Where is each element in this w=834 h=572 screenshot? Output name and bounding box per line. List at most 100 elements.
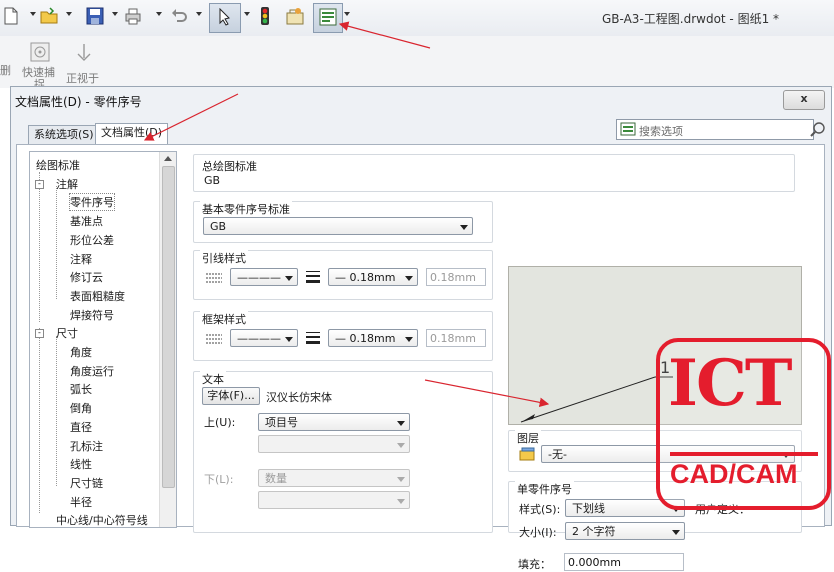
tab-system-options[interactable]: 系统选项(S) [28, 125, 100, 144]
tree-item[interactable]: 线性 [70, 456, 92, 472]
frame-line-style-select[interactable]: ———— [230, 329, 298, 347]
balloon-size-select[interactable]: 2 个字符 [565, 522, 685, 540]
tree-item[interactable]: 修订云 [70, 269, 103, 285]
tree-item[interactable]: 注解 [56, 176, 78, 192]
tree-scrollbar[interactable] [159, 152, 176, 527]
tab-document-properties[interactable]: 文档属性(D) [95, 123, 169, 145]
select-arrow-icon [216, 8, 234, 26]
document-properties-dropdown-icon[interactable] [344, 12, 350, 16]
leader-line-weight-value: — 0.18mm [335, 271, 396, 284]
text-group-label: 文本 [200, 371, 226, 387]
chevron-down-icon [672, 530, 680, 535]
normal-to-icon[interactable] [74, 42, 92, 61]
select-button[interactable] [209, 3, 241, 33]
scroll-up-icon[interactable] [164, 156, 172, 161]
leader-style-group: 引线样式 ———— — 0.18mm 0.18mm [193, 250, 493, 300]
frame-style-label: 框架样式 [200, 311, 248, 327]
scroll-thumb[interactable] [162, 166, 175, 488]
leader-line-style-select[interactable]: ———— [230, 268, 298, 286]
tree-item[interactable]: 角度运行 [70, 363, 114, 379]
settings-tree[interactable]: 绘图标准注解 - 零件序号 基准点形位公差注释修订云表面粗糙度焊接符号尺寸 - 角度角度运… [29, 151, 177, 528]
upper-text-custom-select[interactable] [258, 435, 410, 453]
lower-text-select[interactable]: 数量 [258, 469, 410, 487]
watermark-cadcam-text: CAD/CAM [670, 459, 798, 489]
font-button[interactable]: 字体(F)... [202, 387, 260, 405]
leader-style-label: 引线样式 [200, 250, 248, 266]
overall-standard-group: 总绘图标准 GB [193, 154, 795, 192]
watermark-divider [670, 452, 818, 456]
tree-item[interactable]: 弧长 [70, 381, 92, 397]
padding-input[interactable]: 0.000mm [564, 553, 684, 571]
normal-to-label[interactable]: 正视于 [66, 70, 99, 86]
ict-watermark-logo: ICT CAD/CAM [656, 338, 831, 510]
cut-off-command-label: 删 [0, 64, 11, 77]
base-standard-value: GB [210, 220, 227, 233]
tree-item[interactable]: 基准点 [70, 213, 103, 229]
tree-item[interactable]: 绘图标准 [36, 157, 80, 173]
leader-custom-weight-input[interactable]: 0.18mm [426, 268, 486, 286]
base-standard-group: 基本零件序号标准 GB [193, 201, 493, 243]
chevron-down-icon [285, 337, 293, 342]
tree-expander-icon[interactable]: - [35, 179, 44, 189]
options-icon[interactable] [286, 7, 304, 25]
tree-item[interactable]: 形位公差 [70, 232, 114, 248]
upper-text-select[interactable]: 项目号 [258, 413, 410, 431]
tree-item[interactable]: 角度 [70, 344, 92, 360]
search-options-input[interactable]: 搜索选项 [616, 119, 825, 140]
close-button[interactable]: x [783, 90, 825, 110]
document-title: GB-A3-工程图.drwdot - 图纸1 * [602, 12, 780, 26]
lower-text-custom-select[interactable] [258, 491, 410, 509]
save-icon[interactable] [86, 7, 104, 25]
chevron-down-icon [397, 443, 405, 448]
tree-item[interactable]: 倒角 [70, 400, 92, 416]
tree-item[interactable]: 表面粗糙度 [70, 288, 125, 304]
leader-line-weight-select[interactable]: — 0.18mm [328, 268, 418, 286]
tree-item[interactable]: 孔标注 [70, 438, 103, 454]
chevron-down-icon [397, 499, 405, 504]
chevron-down-icon [405, 276, 413, 281]
close-icon: x [800, 92, 808, 105]
frame-style-group: 框架样式 ———— — 0.18mm 0.18mm [193, 311, 493, 361]
document-properties-button[interactable] [313, 3, 343, 33]
upper-text-value: 项目号 [265, 416, 298, 429]
base-standard-select[interactable]: GB [203, 217, 473, 235]
print-dropdown-icon[interactable] [156, 12, 162, 16]
quick-snap-icon[interactable] [30, 42, 50, 62]
traffic-light-icon[interactable] [256, 7, 274, 25]
frame-custom-weight-input[interactable]: 0.18mm [426, 329, 486, 347]
tree-item[interactable]: 尺寸 [56, 325, 78, 341]
font-name: 汉仪长仿宋体 [266, 391, 332, 404]
select-dropdown-icon[interactable] [244, 12, 250, 16]
tree-item[interactable]: 注释 [70, 251, 92, 267]
chevron-down-icon [397, 477, 405, 482]
tree-item[interactable]: 焊接符号 [70, 307, 114, 323]
balloon-style-value: 下划线 [572, 502, 605, 515]
layer-label: 图层 [515, 430, 541, 446]
open-folder-icon[interactable] [40, 7, 58, 25]
new-document-icon[interactable] [2, 7, 20, 25]
chevron-down-icon [285, 276, 293, 281]
search-placeholder: 搜索选项 [639, 125, 683, 138]
tree-item[interactable]: 零件序号 [69, 193, 115, 212]
leader-custom-weight-value: 0.18mm [430, 271, 476, 284]
undo-dropdown-icon[interactable] [196, 12, 202, 16]
layer-value: -无- [548, 448, 567, 461]
tree-item[interactable]: 尺寸链 [70, 475, 103, 491]
frame-line-style-value: ———— [237, 332, 281, 345]
new-dropdown-icon[interactable] [30, 12, 36, 16]
print-icon[interactable] [124, 7, 142, 25]
chevron-down-icon [397, 421, 405, 426]
tree-item[interactable]: 直径 [70, 419, 92, 435]
tree-item[interactable]: 中心线/中心符号线 [56, 512, 148, 527]
open-dropdown-icon[interactable] [66, 12, 72, 16]
padding-label: 填充： [518, 558, 551, 571]
tree-item[interactable]: 半径 [70, 494, 92, 510]
dialog-title: 文档属性(D) - 零件序号 [15, 95, 142, 109]
tree-expander-icon[interactable]: - [35, 329, 44, 339]
save-dropdown-icon[interactable] [112, 12, 118, 16]
frame-line-weight-value: — 0.18mm [335, 332, 396, 345]
text-group: 文本 字体(F)... 汉仪长仿宋体 上(U): 项目号 下(L): 数量 [193, 371, 493, 533]
undo-icon[interactable] [170, 7, 188, 25]
single-balloon-label: 单零件序号 [515, 481, 574, 497]
frame-line-weight-select[interactable]: — 0.18mm [328, 329, 418, 347]
